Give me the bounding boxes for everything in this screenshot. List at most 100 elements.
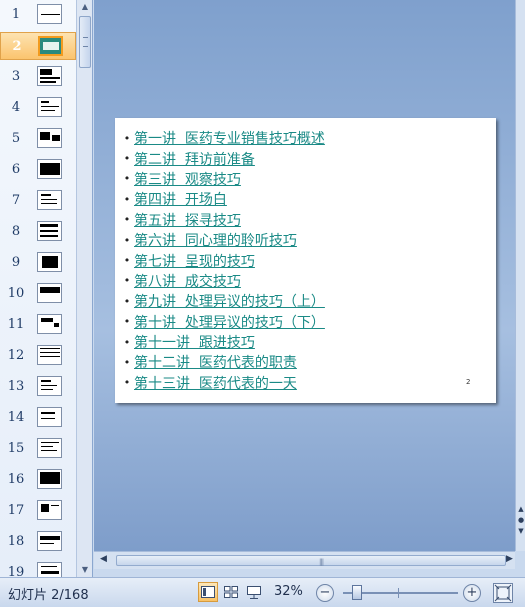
vertical-scrollbar[interactable]: ▲ ● ▼ (515, 0, 525, 551)
toc-link-5[interactable]: 第五讲 探寻技巧 (134, 210, 241, 230)
slide-thumbnail-4[interactable]: 4 (0, 94, 76, 122)
thumbnail-content-mark (40, 81, 56, 83)
toc-link-10[interactable]: 第十讲 处理异议的技巧（下） (134, 312, 325, 332)
thumbnail-number: 11 (7, 317, 25, 332)
zoom-out-button[interactable]: − (316, 584, 334, 602)
thumbnail-preview[interactable] (37, 128, 62, 148)
horizontal-scrollbar[interactable]: ◀ ||| ▶ (94, 551, 515, 569)
thumbnail-preview[interactable] (37, 221, 62, 241)
thumbnail-number: 17 (7, 503, 25, 518)
toc-item: • 第九讲 处理异议的技巧（上） (120, 291, 325, 311)
bullet-icon: • (123, 131, 131, 145)
fit-to-window-button[interactable] (493, 583, 513, 603)
slide-sorter-view-button[interactable] (221, 582, 241, 602)
toc-link-12[interactable]: 第十二讲 医药代表的职责 (134, 352, 297, 372)
toc-item: • 第十一讲 跟进技巧 (120, 332, 325, 352)
slide-show-button[interactable] (244, 582, 264, 602)
thumbnail-preview[interactable] (37, 314, 62, 334)
zoom-in-button[interactable]: + (463, 584, 481, 602)
current-slide[interactable]: • 第一讲 医药专业销售技巧概述 • 第二讲 拜访前准备 • 第三讲 观察技巧 • 第四讲 开… (115, 118, 496, 403)
slide-editing-area: • 第一讲 医药专业销售技巧概述 • 第二讲 拜访前准备 • 第三讲 观察技巧 • 第四讲 开… (94, 0, 515, 551)
toc-item: • 第七讲 呈现的技巧 (120, 250, 325, 270)
toc-link-8[interactable]: 第八讲 成交技巧 (134, 271, 241, 291)
toc-link-13[interactable]: 第十三讲 医药代表的一天 (134, 373, 297, 393)
toc-link-11[interactable]: 第十一讲 跟进技巧 (134, 332, 255, 352)
bullet-icon: • (123, 192, 131, 206)
thumbnail-content-mark (52, 135, 60, 141)
toc-link-7[interactable]: 第七讲 呈现的技巧 (134, 251, 255, 271)
slide-thumbnail-3[interactable]: 3 (0, 63, 76, 91)
zoom-slider-thumb[interactable] (352, 585, 363, 600)
scroll-right-arrow-icon[interactable]: ▶ (506, 554, 513, 564)
thumbnail-preview[interactable] (37, 4, 62, 24)
thumbnail-content-mark (40, 132, 50, 140)
thumbnail-preview[interactable] (37, 376, 62, 396)
thumbnail-preview[interactable] (37, 159, 62, 179)
thumbnail-content-mark (40, 77, 60, 79)
thumbnail-content-mark (43, 42, 59, 50)
thumbnail-scroll-thumb[interactable] (79, 16, 91, 68)
select-browse-object-icon[interactable]: ● (516, 516, 525, 525)
slide-thumbnail-10[interactable]: 10 (0, 280, 76, 308)
scroll-down-arrow-icon[interactable]: ▼ (77, 563, 93, 577)
slide-thumbnail-13[interactable]: 13 (0, 373, 76, 401)
slide-thumbnail-11[interactable]: 11 (0, 311, 76, 339)
slide-thumbnail-18[interactable]: 18 (0, 528, 76, 556)
toc-link-2[interactable]: 第二讲 拜访前准备 (134, 149, 255, 169)
toc-link-6[interactable]: 第六讲 同心理的聆听技巧 (134, 230, 297, 250)
toc-link-3[interactable]: 第三讲 观察技巧 (134, 169, 241, 189)
thumbnail-preview[interactable] (37, 66, 62, 86)
thumbnail-content-mark (41, 412, 55, 414)
slide-thumbnail-17[interactable]: 17 (0, 497, 76, 525)
thumbnail-preview[interactable] (37, 469, 62, 489)
slide-thumbnail-16[interactable]: 16 (0, 466, 76, 494)
thumbnail-number: 9 (11, 255, 21, 270)
grip-icon: ||| (319, 558, 324, 566)
slide-thumbnail-12[interactable]: 12 (0, 342, 76, 370)
toc-link-9[interactable]: 第九讲 处理异议的技巧（上） (134, 291, 325, 311)
zoom-slider-center-tick (398, 588, 399, 598)
slide-thumbnail-14[interactable]: 14 (0, 404, 76, 432)
next-slide-icon[interactable]: ▼ (516, 527, 525, 536)
scroll-up-arrow-icon[interactable]: ▲ (77, 0, 93, 14)
thumbnail-preview[interactable] (37, 283, 62, 303)
thumbnail-preview[interactable] (37, 97, 62, 117)
thumbnail-content-mark (40, 235, 58, 237)
thumbnail-number: 12 (7, 348, 25, 363)
toc-item: • 第十三讲 医药代表的一天 (120, 373, 325, 393)
slide-thumbnail-5[interactable]: 5 (0, 125, 76, 153)
thumbnail-content-mark (40, 472, 60, 484)
bullet-icon: • (123, 254, 131, 268)
thumbnail-preview[interactable] (37, 345, 62, 365)
thumbnail-scrollbar[interactable]: ▲ ▼ (76, 0, 92, 577)
previous-slide-icon[interactable]: ▲ (516, 505, 525, 514)
thumbnail-content-mark (40, 348, 60, 349)
thumbnail-content-mark (51, 505, 59, 506)
thumbnail-preview[interactable] (37, 438, 62, 458)
slide-thumbnail-2[interactable]: 2 (0, 32, 76, 60)
slide-counter: 幻灯片 2/168 (8, 588, 89, 603)
thumbnail-content-mark (41, 318, 53, 322)
thumbnail-preview[interactable] (37, 190, 62, 210)
toc-link-1[interactable]: 第一讲 医药专业销售技巧概述 (134, 128, 325, 148)
thumbnail-preview[interactable] (38, 36, 63, 56)
toc-item: • 第二讲 拜访前准备 (120, 148, 325, 168)
slide-thumbnail-15[interactable]: 15 (0, 435, 76, 463)
slide-thumbnail-7[interactable]: 7 (0, 187, 76, 215)
slide-thumbnail-9[interactable]: 9 (0, 249, 76, 277)
thumbnail-content-mark (40, 543, 54, 544)
normal-view-button[interactable] (198, 582, 218, 602)
thumbnail-preview[interactable] (37, 500, 62, 520)
slide-sorter-icon (224, 586, 238, 598)
thumbnail-preview[interactable] (37, 531, 62, 551)
thumbnail-content-mark (41, 446, 53, 447)
toc-link-4[interactable]: 第四讲 开场白 (134, 189, 227, 209)
horizontal-scroll-thumb[interactable]: ||| (116, 555, 506, 566)
slide-thumbnail-8[interactable]: 8 (0, 218, 76, 246)
slide-thumbnail-1[interactable]: 1 (0, 1, 76, 29)
thumbnail-preview[interactable] (37, 252, 62, 272)
slide-thumbnail-6[interactable]: 6 (0, 156, 76, 184)
zoom-level[interactable]: 32% (274, 584, 303, 599)
scroll-left-arrow-icon[interactable]: ◀ (100, 554, 107, 564)
thumbnail-preview[interactable] (37, 407, 62, 427)
